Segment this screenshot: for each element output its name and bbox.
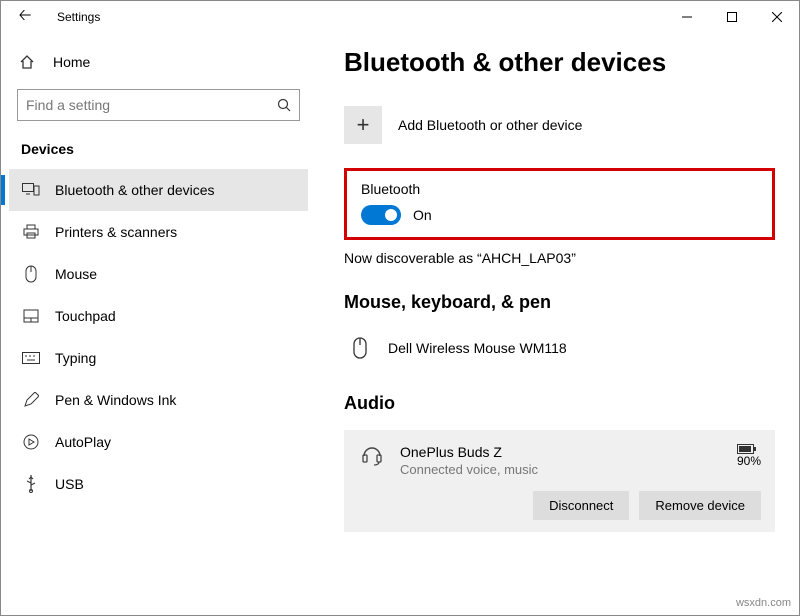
bluetooth-highlight: Bluetooth On xyxy=(344,168,775,240)
audio-device-name: OnePlus Buds Z xyxy=(400,444,737,460)
section-title: Devices xyxy=(9,137,308,169)
audio-device-card[interactable]: OnePlus Buds Z Connected voice, music 90… xyxy=(344,430,775,532)
sidebar-item-printers[interactable]: Printers & scanners xyxy=(9,211,308,253)
touchpad-icon xyxy=(21,309,41,323)
sidebar-item-label: USB xyxy=(55,476,84,492)
sidebar-item-pen[interactable]: Pen & Windows Ink xyxy=(9,379,308,421)
sidebar: Home Devices Bluetooth & other devices P… xyxy=(1,33,316,615)
search-icon xyxy=(277,98,291,112)
remove-device-button[interactable]: Remove device xyxy=(639,491,761,520)
search-box[interactable] xyxy=(17,89,300,121)
battery-percent: 90% xyxy=(737,454,761,468)
pen-icon xyxy=(21,392,41,408)
bluetooth-heading: Bluetooth xyxy=(361,181,758,197)
window-title: Settings xyxy=(57,10,100,24)
headset-icon xyxy=(358,444,386,466)
sidebar-item-label: Touchpad xyxy=(55,308,116,324)
sidebar-item-label: Typing xyxy=(55,350,96,366)
discoverable-text: Now discoverable as “AHCH_LAP03” xyxy=(344,250,775,266)
disconnect-button[interactable]: Disconnect xyxy=(533,491,629,520)
sidebar-item-usb[interactable]: USB xyxy=(9,463,308,505)
back-button[interactable]: 🡠 xyxy=(11,4,39,31)
keyboard-icon xyxy=(21,352,41,364)
category-audio: Audio xyxy=(344,393,775,414)
home-nav[interactable]: Home xyxy=(9,41,308,83)
bluetooth-state: On xyxy=(413,207,432,223)
add-device-row[interactable]: + Add Bluetooth or other device xyxy=(344,106,775,144)
device-name: Dell Wireless Mouse WM118 xyxy=(388,340,567,356)
printer-icon xyxy=(21,224,41,240)
mouse-icon xyxy=(346,337,374,359)
sidebar-item-label: AutoPlay xyxy=(55,434,111,450)
search-input[interactable] xyxy=(26,97,277,113)
usb-icon xyxy=(21,475,41,493)
add-device-label: Add Bluetooth or other device xyxy=(398,117,582,133)
home-label: Home xyxy=(53,54,90,70)
battery-icon xyxy=(737,444,761,454)
plus-icon: + xyxy=(344,106,382,144)
maximize-button[interactable] xyxy=(709,1,754,33)
sidebar-item-bluetooth[interactable]: Bluetooth & other devices xyxy=(9,169,308,211)
sidebar-item-mouse[interactable]: Mouse xyxy=(9,253,308,295)
devices-icon xyxy=(21,183,41,197)
page-title: Bluetooth & other devices xyxy=(344,47,775,78)
bluetooth-toggle[interactable] xyxy=(361,205,401,225)
watermark: wsxdn.com xyxy=(736,597,791,609)
category-mouse-keyboard: Mouse, keyboard, & pen xyxy=(344,292,775,313)
mouse-icon xyxy=(21,265,41,283)
sidebar-item-label: Mouse xyxy=(55,266,97,282)
minimize-button[interactable] xyxy=(664,1,709,33)
sidebar-item-label: Bluetooth & other devices xyxy=(55,182,215,198)
sidebar-item-autoplay[interactable]: AutoPlay xyxy=(9,421,308,463)
content-pane: Bluetooth & other devices + Add Bluetoot… xyxy=(316,33,799,615)
sidebar-item-typing[interactable]: Typing xyxy=(9,337,308,379)
device-row[interactable]: Dell Wireless Mouse WM118 xyxy=(344,329,775,367)
sidebar-item-touchpad[interactable]: Touchpad xyxy=(9,295,308,337)
autoplay-icon xyxy=(21,434,41,450)
home-icon xyxy=(19,54,39,70)
audio-device-status: Connected voice, music xyxy=(400,462,737,477)
close-button[interactable] xyxy=(754,1,799,33)
sidebar-item-label: Printers & scanners xyxy=(55,224,177,240)
sidebar-item-label: Pen & Windows Ink xyxy=(55,392,176,408)
